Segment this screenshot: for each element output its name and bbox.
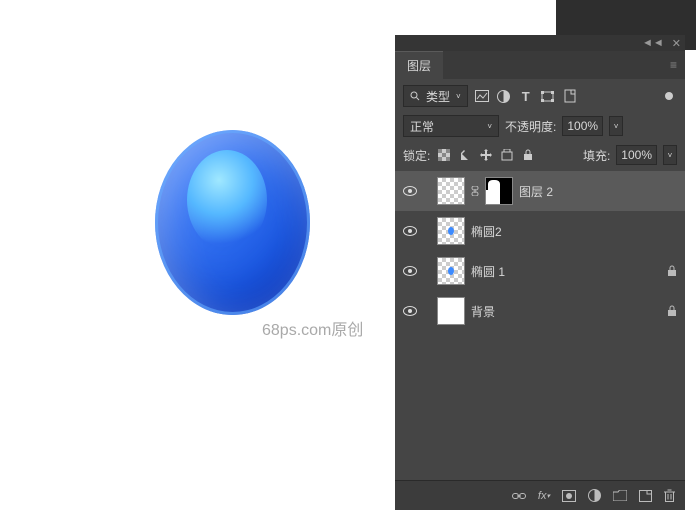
layer-row[interactable]: 背景 (395, 291, 685, 331)
canvas-area: 68ps.com原创 (0, 0, 395, 514)
layer-mask-thumbnail[interactable] (485, 177, 513, 205)
new-layer-icon[interactable] (639, 490, 652, 502)
blend-row: 正常 ˅ 不透明度: 100% ˅ (395, 113, 685, 143)
visibility-toggle-icon[interactable] (403, 266, 419, 276)
filter-type-label: 类型 (426, 88, 450, 105)
link-layers-icon[interactable] (512, 492, 526, 500)
visibility-toggle-icon[interactable] (403, 306, 419, 316)
lock-icon (667, 305, 677, 317)
blend-mode-dropdown[interactable]: 正常 ˅ (403, 115, 499, 137)
new-adjustment-icon[interactable] (588, 489, 601, 502)
blend-mode-label: 正常 (410, 118, 434, 135)
panel-menu-icon[interactable]: ≡ (662, 58, 685, 72)
layers-panel: ◄◄ ✕ 图层 ≡ 类型 ˅ T 正常 (395, 35, 685, 510)
layer-list: 图层 2 椭圆2 椭圆 1 背 (395, 171, 685, 480)
layer-thumbnail[interactable] (437, 217, 465, 245)
adjustment-filter-icon[interactable] (496, 88, 512, 104)
layer-row[interactable]: 椭圆2 (395, 211, 685, 251)
watermark-text: 68ps.com原创 (262, 316, 363, 340)
layers-footer: fx▾ (395, 480, 685, 510)
panel-window-controls: ◄◄ ✕ (395, 35, 685, 51)
lock-icon (667, 265, 677, 277)
lock-position-icon[interactable] (478, 147, 494, 163)
panel-tabs: 图层 ≡ (395, 51, 685, 79)
tab-layers[interactable]: 图层 (395, 51, 443, 79)
add-mask-icon[interactable] (562, 490, 576, 502)
collapse-icon[interactable]: ◄◄ (642, 37, 664, 49)
tab-layers-label: 图层 (407, 57, 431, 74)
lock-label: 锁定: (403, 147, 430, 164)
opacity-input[interactable]: 100% (562, 116, 603, 136)
visibility-toggle-icon[interactable] (403, 226, 419, 236)
lock-all-icon[interactable] (520, 147, 536, 163)
search-icon (410, 91, 420, 101)
filter-toggle-icon[interactable] (661, 88, 677, 104)
layer-name[interactable]: 背景 (471, 303, 661, 320)
layer-row[interactable]: 椭圆 1 (395, 251, 685, 291)
layer-thumbnail[interactable] (437, 257, 465, 285)
fill-input[interactable]: 100% (616, 145, 657, 165)
close-icon[interactable]: ✕ (672, 37, 681, 50)
pixel-filter-icon[interactable] (474, 88, 490, 104)
shape-filter-icon[interactable] (540, 88, 556, 104)
lock-artboard-icon[interactable] (499, 147, 515, 163)
new-group-icon[interactable] (613, 490, 627, 501)
layer-fx-icon[interactable]: fx▾ (538, 490, 550, 502)
delete-layer-icon[interactable] (664, 489, 675, 502)
chevron-down-icon: ˅ (487, 122, 492, 131)
smart-filter-icon[interactable] (562, 88, 578, 104)
fill-stepper[interactable]: ˅ (663, 145, 677, 165)
layer-name[interactable]: 椭圆 1 (471, 263, 661, 280)
chevron-down-icon: ˅ (456, 92, 461, 101)
lock-row: 锁定: 填充: 100% ˅ (395, 143, 685, 171)
layer-thumbnail[interactable] (437, 297, 465, 325)
text-filter-icon[interactable]: T (518, 88, 534, 104)
artwork-egg (155, 130, 310, 315)
lock-image-icon[interactable] (457, 147, 473, 163)
layer-name[interactable]: 图层 2 (519, 183, 677, 200)
lock-transparent-icon[interactable] (436, 147, 452, 163)
layer-name[interactable]: 椭圆2 (471, 223, 677, 240)
layer-thumbnail[interactable] (437, 177, 465, 205)
layer-row[interactable]: 图层 2 (395, 171, 685, 211)
opacity-label: 不透明度: (505, 118, 556, 135)
opacity-stepper[interactable]: ˅ (609, 116, 623, 136)
visibility-toggle-icon[interactable] (403, 186, 419, 196)
fill-label: 填充: (583, 147, 610, 164)
mask-link-icon[interactable] (471, 186, 479, 196)
layer-filter-row: 类型 ˅ T (395, 79, 685, 113)
filter-type-dropdown[interactable]: 类型 ˅ (403, 85, 468, 107)
